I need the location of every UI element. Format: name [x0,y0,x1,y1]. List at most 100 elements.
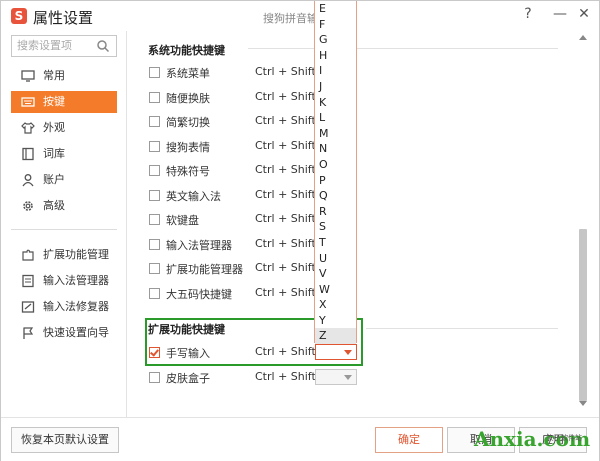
dropdown-option[interactable]: P [315,173,356,189]
book-icon [22,147,34,161]
shortcut-label: 随便换肤 [166,91,210,105]
sidebar-divider [11,229,117,230]
dropdown-option[interactable]: G [315,32,356,48]
keyboard-icon [21,97,35,107]
dropdown-option[interactable]: M [315,126,356,142]
sidebar-item-account[interactable]: 账户 [11,169,117,191]
section-divider [248,48,558,49]
shortcut-label: 输入法管理器 [166,238,232,252]
dropdown-option[interactable]: T [315,235,356,251]
shortcut-label: 扩展功能管理器 [166,263,243,276]
sidebar-item-label: 扩展功能管理 [43,248,109,261]
monitor-icon [21,70,35,82]
user-icon [22,174,34,187]
sidebar-item-appearance[interactable]: 外观 [11,117,117,139]
sidebar-item-setup-wizard[interactable]: 快速设置向导 [11,322,117,344]
shortcut-label: 大五码快捷键 [166,287,232,301]
checkbox[interactable] [149,91,160,103]
scroll-up-icon[interactable] [579,35,587,40]
dropdown-option[interactable]: Q [315,188,356,204]
scroll-down-icon[interactable] [579,401,587,406]
sogou-logo-icon: S [11,8,27,24]
search-box[interactable] [11,35,117,57]
shortcut-label: 搜狗表情 [166,140,210,154]
search-icon[interactable] [96,39,110,53]
ime-name: 搜狗拼音输 [263,12,318,25]
title-bar: S 属性设置 搜狗拼音输 ? — ✕ [1,1,599,31]
shortcut-label: 软键盘 [166,214,199,227]
restore-defaults-button[interactable]: 恢复本页默认设置 [11,427,119,453]
shirt-icon [21,122,35,134]
dropdown-option[interactable]: E [315,1,356,17]
sidebar-item-ime-manager[interactable]: 输入法管理器 [11,270,117,292]
dropdown-option[interactable]: I [315,63,356,79]
key-dropdown[interactable] [315,369,357,385]
checkbox[interactable] [149,214,160,225]
checkbox[interactable] [149,116,160,127]
help-button[interactable]: ? [519,6,537,22]
sidebar-item-label: 词库 [43,147,65,160]
section-title-system: 系统功能快捷键 [148,44,225,57]
dropdown-option[interactable]: K [315,95,356,111]
manager-icon [22,274,34,288]
dropdown-option[interactable]: H [315,48,356,64]
sidebar-item-keys[interactable]: 按键 [11,91,117,113]
shortcut-label: 英文输入法 [166,189,221,203]
checkbox[interactable] [149,140,160,152]
dropdown-option[interactable]: N [315,141,356,157]
sidebar-item-common[interactable]: 常用 [11,65,117,87]
dropdown-option[interactable]: O [315,157,356,173]
checkbox[interactable] [149,287,160,299]
dropdown-option[interactable]: J [315,79,356,95]
ok-button[interactable]: 确定 [375,427,443,453]
dropdown-option[interactable]: X [315,297,356,313]
minimize-button[interactable]: — [551,6,569,22]
sidebar-item-label: 输入法修复器 [43,300,109,313]
shortcut-label: 简繁切换 [166,116,210,129]
scrollbar-thumb[interactable] [579,229,587,401]
flag-icon [23,327,34,339]
dropdown-option[interactable]: R [315,204,356,220]
close-button[interactable]: ✕ [575,6,593,22]
dropdown-option[interactable]: V [315,266,356,282]
checkbox[interactable] [149,67,160,78]
sidebar: 常用 按键 外观 词库 账户 高级 扩展功能管理 输入法管理器 [1,31,127,417]
checkbox[interactable] [149,372,160,383]
vertical-scrollbar[interactable] [577,31,589,411]
sidebar-item-ime-repair[interactable]: 输入法修复器 [11,296,117,318]
section-divider [366,328,558,329]
settings-window: S 属性设置 搜狗拼音输 ? — ✕ 常用 按键 外观 词库 账户 [0,0,600,461]
dropdown-option[interactable]: W [315,282,356,298]
dropdown-option[interactable]: F [315,17,356,33]
sidebar-item-label: 外观 [43,121,65,134]
chevron-down-icon [344,375,352,380]
search-input[interactable] [17,39,97,52]
sidebar-item-label: 快速设置向导 [43,326,109,339]
window-title: 属性设置 [33,9,94,27]
checkbox[interactable] [149,238,160,250]
puzzle-icon [22,249,34,261]
sidebar-item-extension-manager[interactable]: 扩展功能管理 [11,244,117,266]
checkbox[interactable] [149,189,160,201]
shortcut-label: 特殊符号 [166,165,210,178]
checkbox[interactable] [149,263,160,274]
shortcut-label: 系统菜单 [166,67,210,80]
watermark-subtext: 安下软件站 [547,434,582,442]
sidebar-item-label: 账户 [43,173,65,186]
sidebar-item-label: 输入法管理器 [43,274,109,287]
shortcut-label: 皮肤盒子 [166,372,210,385]
dropdown-option[interactable]: U [315,251,356,267]
checkbox[interactable] [149,165,160,176]
dropdown-option[interactable]: L [315,110,356,126]
sidebar-item-label: 常用 [43,69,65,82]
sidebar-item-label: 高级 [43,199,65,212]
dropdown-option[interactable]: Y [315,313,356,329]
sidebar-item-dictionary[interactable]: 词库 [11,143,117,165]
shortcut-row: 皮肤盒子 Ctrl + Shift + [148,368,548,388]
dropdown-option[interactable]: S [315,219,356,235]
sidebar-item-advanced[interactable]: 高级 [11,195,117,217]
dropdown-option-selected[interactable]: Z [315,328,356,344]
gear-icon [23,201,33,211]
key-dropdown-list[interactable]: E F G H I J K L M N O P Q R S T U V W X … [314,1,357,344]
repair-icon [21,301,35,313]
